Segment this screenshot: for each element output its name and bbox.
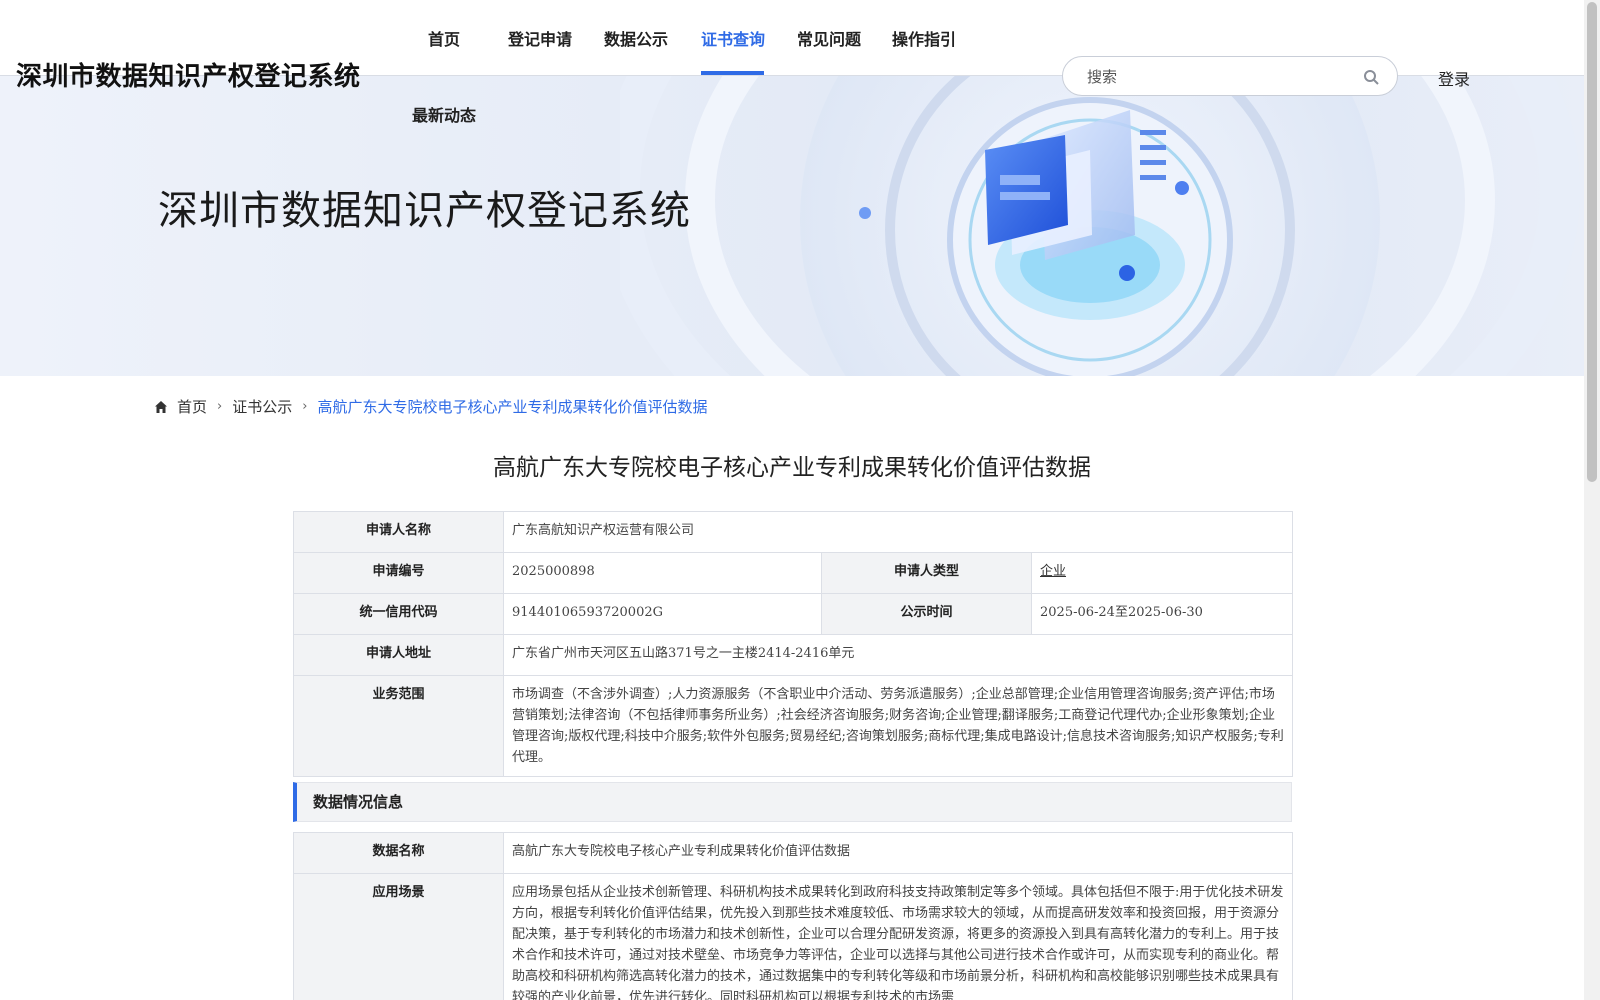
application-number-label: 申请编号 — [293, 552, 504, 594]
applicant-name-label: 申请人名称 — [293, 511, 504, 553]
publicity-time-value: 2025-06-24至2025-06-30 — [1030, 593, 1294, 635]
search-icon[interactable] — [1363, 69, 1379, 85]
data-name-label: 数据名称 — [293, 832, 504, 874]
nav-item-faq[interactable]: 常见问题 — [797, 26, 861, 50]
chevron-right-icon: › — [302, 399, 308, 414]
applicant-address-value: 广东省广州市天河区五山路371号之一主楼2414-2416单元 — [502, 634, 1294, 676]
applicant-address-label: 申请人地址 — [293, 634, 504, 676]
table-row: 申请人地址 广东省广州市天河区五山路371号之一主楼2414-2416单元 — [293, 634, 1294, 676]
banner-heading: 深圳市数据知识产权登记系统 — [158, 188, 691, 234]
application-scenario-value: 应用场景包括从企业技术创新管理、科研机构技术成果转化到政府科技支持政策制定等多个… — [503, 873, 1293, 1000]
data-info-section-header: 数据情况信息 — [293, 782, 1292, 822]
breadcrumb-home[interactable]: 首页 — [177, 396, 207, 417]
applicant-type-label: 申请人类型 — [821, 552, 1032, 594]
home-icon — [155, 400, 167, 413]
nav-active-indicator — [701, 71, 764, 75]
page-scrollbar[interactable] — [1584, 0, 1600, 1000]
application-number-value: 2025000898 — [503, 552, 822, 594]
credit-code-label: 统一信用代码 — [293, 593, 504, 635]
login-link[interactable]: 登录 — [1438, 66, 1470, 90]
business-scope-label: 业务范围 — [293, 675, 504, 777]
business-scope-value: 市场调查（不含涉外调查）;人力资源服务（不含职业中介活动、劳务派遣服务）;企业总… — [502, 675, 1294, 777]
table-row: 申请人名称 广东高航知识产权运营有限公司 — [293, 511, 1294, 553]
applicant-info-table: 申请人名称 广东高航知识产权运营有限公司 申请编号 2025000898 申请人… — [293, 511, 1294, 777]
applicant-name-value: 广东高航知识产权运营有限公司 — [502, 511, 1294, 553]
chevron-right-icon: › — [217, 399, 223, 414]
search-box[interactable] — [1062, 56, 1398, 96]
breadcrumb: 首页 › 证书公示 › 高航广东大专院校电子核心产业专利成果转化价值评估数据 — [154, 396, 707, 417]
nav-item-guide[interactable]: 操作指引 — [892, 26, 956, 50]
application-scenario-label: 应用场景 — [293, 873, 504, 1000]
nav-item-news[interactable]: 最新动态 — [412, 102, 476, 126]
site-title[interactable]: 深圳市数据知识产权登记系统 — [16, 56, 361, 93]
breadcrumb-certificate-publicity[interactable]: 证书公示 — [232, 396, 292, 417]
applicant-type-cell: 企业 — [1030, 552, 1294, 594]
applicant-type-value[interactable]: 企业 — [1040, 564, 1066, 579]
scrollbar-thumb[interactable] — [1587, 2, 1597, 482]
publicity-time-label: 公示时间 — [821, 593, 1032, 635]
breadcrumb-current: 高航广东大专院校电子核心产业专利成果转化价值评估数据 — [317, 398, 708, 416]
nav-item-home[interactable]: 首页 — [428, 26, 460, 50]
table-row: 申请编号 2025000898 申请人类型 企业 — [293, 552, 1294, 594]
detail-title: 高航广东大专院校电子核心产业专利成果转化价值评估数据 — [493, 455, 1091, 481]
nav-item-certificate-query[interactable]: 证书查询 — [701, 26, 765, 50]
data-info-table: 数据名称 高航广东大专院校电子核心产业专利成果转化价值评估数据 应用场景 应用场… — [293, 832, 1293, 1000]
nav-item-register[interactable]: 登记申请 — [508, 26, 572, 50]
credit-code-value: 91440106593720002G — [503, 593, 822, 635]
table-row: 统一信用代码 91440106593720002G 公示时间 2025-06-2… — [293, 593, 1294, 635]
nav-item-data-publicity[interactable]: 数据公示 — [604, 26, 668, 50]
table-row: 数据名称 高航广东大专院校电子核心产业专利成果转化价值评估数据 — [293, 832, 1293, 874]
table-row: 业务范围 市场调查（不含涉外调查）;人力资源服务（不含职业中介活动、劳务派遣服务… — [293, 675, 1294, 777]
table-row: 应用场景 应用场景包括从企业技术创新管理、科研机构技术成果转化到政府科技支持政策… — [293, 873, 1293, 1000]
data-name-value: 高航广东大专院校电子核心产业专利成果转化价值评估数据 — [503, 832, 1293, 874]
search-input[interactable] — [1087, 65, 1347, 89]
banner-illustration — [620, 60, 1580, 376]
